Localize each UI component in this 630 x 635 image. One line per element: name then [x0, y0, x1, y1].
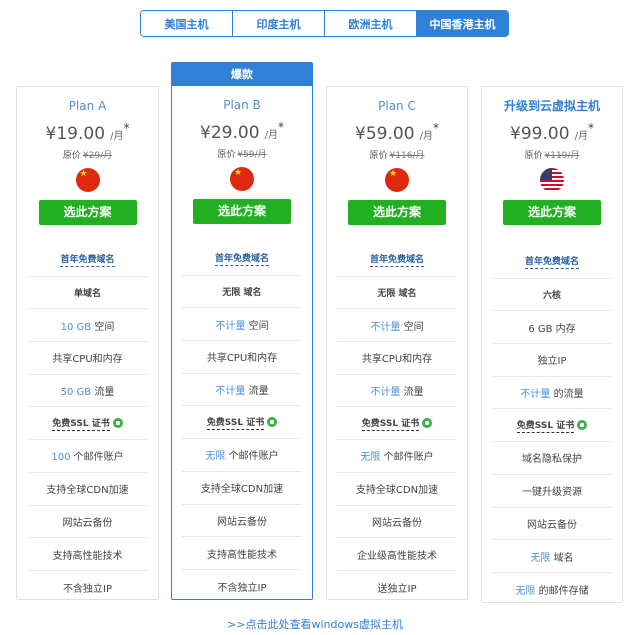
select-plan-button[interactable]: 选此方案 — [348, 200, 446, 225]
feature-mail-storage: 无限 的邮件存储 — [515, 585, 589, 597]
feature-ip: 不含独立IP — [63, 583, 112, 595]
hot-badge: 爆款 — [171, 62, 313, 86]
feature-privacy: 域名隐私保护 — [492, 442, 612, 475]
feature-cdn: 支持全球CDN加速 — [182, 472, 302, 505]
feature-list: 首年免费域名 无限 域名 不计量 空间 共享CPU和内存 不计量 流量 免费SS… — [172, 243, 312, 603]
feature-list: 首年免费域名 无限 域名 不计量 空间 共享CPU和内存 不计量 流量 免费SS… — [327, 244, 467, 604]
original-price: 原价 ¥119/月 — [524, 151, 580, 161]
plan-card-a: Plan A ¥19.00 /月* 原价¥29/月 选此方案 首年免费域名 单域… — [16, 86, 159, 600]
price: ¥59.00 /月* — [355, 121, 439, 144]
feature-backup: 网站云备份 — [337, 506, 457, 539]
feature-traffic: 不计量 流量 — [337, 375, 457, 408]
feature-domains: 无限 域名 — [337, 277, 457, 310]
feature-space: 10 GB 空间 — [27, 309, 148, 343]
select-plan-button[interactable]: 选此方案 — [503, 200, 601, 225]
feature-backup: 网站云备份 — [492, 508, 612, 541]
feature-cdn: 支持全球CDN加速 — [337, 473, 457, 506]
price: ¥19.00 /月* — [45, 121, 130, 144]
feature-cores: 六核 — [492, 279, 612, 312]
lock-icon — [422, 418, 433, 429]
feature-cdn: 支持全球CDN加速 — [27, 473, 148, 506]
feature-cpu: 共享CPU和内存 — [27, 342, 148, 375]
feature-traffic: 不计量 流量 — [182, 374, 302, 407]
lock-icon — [112, 418, 123, 429]
tab-us-hosting[interactable]: 美国主机 — [141, 11, 233, 36]
china-flag-icon — [75, 168, 100, 192]
feature-traffic: 50 GB 流量 — [27, 375, 148, 408]
lock-icon — [577, 420, 588, 431]
feature-backup: 网站云备份 — [182, 505, 302, 538]
windows-hosting-link[interactable]: >>点击此处查看windows虚拟主机 — [0, 616, 630, 632]
select-plan-button[interactable]: 选此方案 — [38, 200, 137, 225]
china-flag-icon — [230, 167, 254, 191]
us-flag-icon — [540, 168, 564, 192]
feature-domains: 无限 域名 — [492, 540, 612, 573]
tab-europe-hosting[interactable]: 欧洲主机 — [325, 11, 417, 36]
feature-free-domain[interactable]: 首年免费域名 — [27, 244, 148, 277]
feature-list: 首年免费域名 六核 6 GB 内存 独立IP 不计量 的流量 免费SSL 证书 … — [482, 246, 622, 606]
region-tabs: 美国主机 印度主机 欧洲主机 中国香港主机 — [140, 10, 509, 37]
feature-ssl[interactable]: 免费SSL 证书 — [337, 407, 457, 441]
tab-hongkong-hosting[interactable]: 中国香港主机 — [417, 11, 508, 36]
feature-free-domain[interactable]: 首年免费域名 — [492, 246, 612, 279]
feature-ip: 独立IP — [492, 344, 612, 377]
china-flag-icon — [385, 168, 409, 192]
feature-ssl[interactable]: 免费SSL 证书 — [492, 409, 612, 443]
price: ¥99.00 /月* — [510, 121, 594, 144]
lock-icon — [267, 417, 278, 428]
feature-cpu: 共享CPU和内存 — [337, 342, 457, 375]
tab-india-hosting[interactable]: 印度主机 — [233, 11, 325, 36]
feature-performance: 支持高性能技术 — [182, 537, 302, 570]
feature-list: 首年免费域名 单域名 10 GB 空间 共享CPU和内存 50 GB 流量 免费… — [17, 244, 158, 604]
feature-ssl[interactable]: 免费SSL 证书 — [27, 407, 148, 441]
feature-cpu: 共享CPU和内存 — [182, 341, 302, 374]
feature-email: 无限 个邮件账户 — [182, 439, 302, 472]
feature-traffic: 不计量 的流量 — [492, 377, 612, 410]
feature-domains: 无限 域名 — [182, 276, 302, 309]
plan-name: 升级到云虚拟主机 — [503, 99, 600, 113]
feature-ip: 送独立IP — [377, 583, 417, 595]
feature-space: 不计量 空间 — [182, 308, 302, 342]
price: ¥29.00 /月* — [200, 120, 284, 143]
feature-ssl[interactable]: 免费SSL 证书 — [182, 406, 302, 440]
original-price: 原价 ¥116/月 — [369, 151, 425, 161]
feature-free-domain[interactable]: 首年免费域名 — [182, 243, 302, 276]
plan-name: Plan B — [223, 98, 261, 112]
feature-space: 不计量 空间 — [337, 309, 457, 343]
original-price: 原价 ¥59/月 — [217, 150, 267, 160]
feature-backup: 网站云备份 — [27, 506, 148, 539]
plan-card-b: Plan B ¥29.00 /月* 原价¥59/月 选此方案 首年免费域名 无限… — [171, 86, 313, 600]
feature-ip: 不含独立IP — [217, 582, 267, 594]
plan-name: Plan A — [68, 99, 107, 113]
feature-performance: 支持高性能技术 — [27, 538, 148, 571]
select-plan-button[interactable]: 选此方案 — [193, 199, 291, 224]
feature-memory: 6 GB 内存 — [492, 311, 612, 345]
feature-domains: 单域名 — [27, 277, 148, 310]
original-price: 原价 ¥29/月 — [62, 151, 113, 161]
feature-performance: 企业级高性能技术 — [337, 538, 457, 571]
feature-free-domain[interactable]: 首年免费域名 — [337, 244, 457, 277]
plan-name: Plan C — [378, 99, 416, 113]
plan-card-cloud: 升级到云虚拟主机 ¥99.00 /月* 原价 ¥119/月 选此方案 首年免费域名… — [481, 86, 623, 603]
plan-card-c: Plan C ¥59.00 /月* 原价¥116/月 选此方案 首年免费域名 无… — [326, 86, 468, 600]
feature-email: 无限 个邮件账户 — [337, 440, 457, 473]
feature-email: 100 个邮件账户 — [27, 440, 148, 473]
feature-upgrade: 一键升级资源 — [492, 475, 612, 508]
